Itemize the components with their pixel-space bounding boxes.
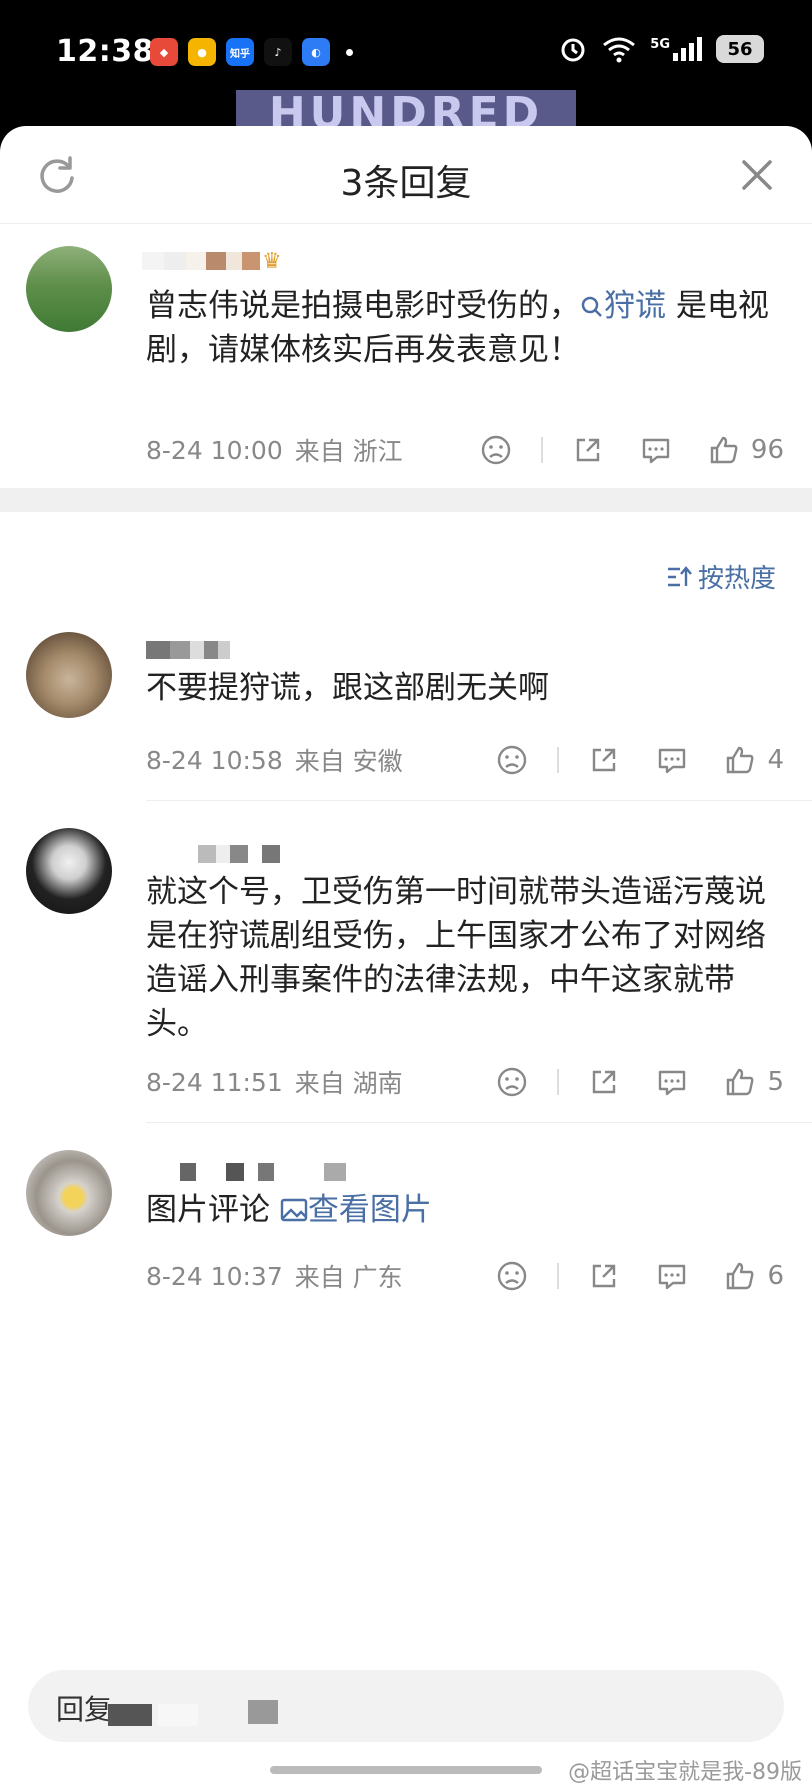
comment-location: 来自 浙江 [294,437,403,466]
view-image-label: 查看图片 [307,1192,432,1228]
comment-icon[interactable] [655,1259,689,1293]
reply-text: 就这个号，卫受伤第一时间就带头造谣污蔑说是在狩谎剧组受伤，上午国家才公布了对网络… [146,874,766,1042]
sort-button[interactable]: 按热度 [666,558,776,595]
wifi-icon [603,37,636,63]
reply-item: 图片评论 查看图片 [0,1150,812,1236]
watermark: @超话宝宝就是我-89版 [568,1760,802,1785]
dislike-icon[interactable] [495,743,529,777]
share-icon[interactable] [587,743,621,777]
like-count: 4 [767,745,784,775]
status-time: 12:38 [56,34,154,69]
avatar[interactable] [26,828,112,914]
section-divider [0,488,812,512]
divider [540,437,543,463]
share-icon[interactable] [587,1065,621,1099]
username-blurred [158,1704,198,1726]
comment-icon[interactable] [639,433,673,467]
username-blurred[interactable]: ♛ [142,246,784,276]
sort-icon [667,565,692,586]
username-blurred[interactable] [146,844,784,864]
share-icon[interactable] [571,433,605,467]
username-blurred [108,1704,152,1726]
signal-icon: 5G [650,37,702,61]
image-icon [280,1198,308,1222]
reply-meta: 8-24 11:51 来自 湖南 5 [146,1062,812,1102]
alarm-icon [561,38,585,62]
network-type: 5G [650,37,670,52]
share-icon[interactable] [587,1259,621,1293]
reply-item: 不要提狩谎，跟这部剧无关啊 [0,632,812,718]
reply-location: 来自 广东 [294,1263,403,1292]
like-count: 5 [767,1067,784,1097]
like-icon[interactable] [723,1065,757,1099]
like-count: 6 [767,1261,784,1291]
comment-actions: 96 [479,430,784,470]
reply-actions: 4 [495,740,784,780]
like-icon[interactable] [723,1259,757,1293]
avatar[interactable] [26,246,112,332]
dislike-icon[interactable] [495,1259,529,1293]
reply-text-part: 图片评论 [146,1192,270,1228]
main-comment: ♛ 曾志伟说是拍摄电影时受伤的， 狩谎 是电视剧，请媒体核实后再发表意见！ [0,224,812,432]
more-notifications-dot [346,48,353,56]
reply-meta: 8-24 10:58 来自 安徽 4 [146,740,812,780]
dislike-icon[interactable] [479,433,513,467]
topic-link-label: 狩谎 [604,288,666,324]
medal-icon: ♛ [262,248,282,274]
like-count: 96 [750,435,784,465]
reply-time: 8-24 10:58 [146,745,283,775]
tiktok-app-icon: ♪ [264,38,292,66]
zhihu-app-icon: 知乎 [226,38,254,66]
search-icon [581,296,602,317]
weibo-app-icon: ● [188,38,216,66]
reply-actions: 5 [495,1062,784,1102]
comment-text-part: 曾志伟说是拍摄电影时受伤的， [146,288,580,324]
comment-icon[interactable] [655,1065,689,1099]
comment-text: 曾志伟说是拍摄电影时受伤的， 狩谎 是电视剧，请媒体核实后再发表意见！ [146,284,784,372]
status-indicators: 5G 56 [558,34,764,64]
topic-link[interactable]: 狩谎 [580,288,666,324]
reply-time: 8-24 10:37 [146,1261,283,1291]
reply-input-placeholder: 回复 [56,1693,113,1726]
battery-indicator: 56 [716,35,764,63]
reply-location: 来自 安徽 [294,747,403,776]
like-icon[interactable] [707,433,741,467]
reply-time: 8-24 11:51 [146,1067,283,1097]
reply-text: 不要提狩谎，跟这部剧无关啊 [146,670,549,706]
sheet-title: 3条回复 [340,163,472,204]
home-indicator[interactable] [270,1766,542,1774]
reply-item: 就这个号，卫受伤第一时间就带头造谣污蔑说是在狩谎剧组受伤，上午国家才公布了对网络… [0,828,812,1046]
avatar[interactable] [26,632,112,718]
game-app-icon: ◆ [150,38,178,66]
divider [557,1069,560,1095]
reply-location: 来自 湖南 [294,1069,403,1098]
username-blurred[interactable] [146,1162,784,1182]
username-blurred[interactable] [146,640,784,660]
dislike-icon[interactable] [495,1065,529,1099]
browser-app-icon: ◐ [302,38,330,66]
notification-app-icons: ◆ ● 知乎 ♪ ◐ [150,38,353,66]
reply-actions: 6 [495,1256,784,1296]
reply-meta: 8-24 10:37 来自 广东 6 [146,1256,812,1296]
avatar[interactable] [26,1150,112,1236]
main-comment-meta: 8-24 10:00 来自 浙江 96 [146,430,812,470]
row-separator [146,1122,812,1123]
username-blurred [248,1700,278,1724]
view-image-link[interactable]: 查看图片 [280,1192,432,1228]
divider [557,747,560,773]
close-icon[interactable] [738,156,776,194]
reply-text: 图片评论 查看图片 [146,1188,784,1232]
like-icon[interactable] [723,743,757,777]
reply-sheet: 3条回复 ♛ 曾志伟说是拍摄电影时受伤的， 狩谎 是电视剧，请媒体核实后再发表意见… [0,126,812,1790]
background-peek: HUNDRED [236,90,576,130]
reply-input[interactable]: 回复 [28,1670,784,1742]
row-separator [146,800,812,801]
sort-label: 按热度 [697,564,776,594]
comment-time: 8-24 10:00 [146,435,283,465]
sheet-header: 3条回复 [0,126,812,224]
divider [557,1263,560,1289]
comment-icon[interactable] [655,743,689,777]
